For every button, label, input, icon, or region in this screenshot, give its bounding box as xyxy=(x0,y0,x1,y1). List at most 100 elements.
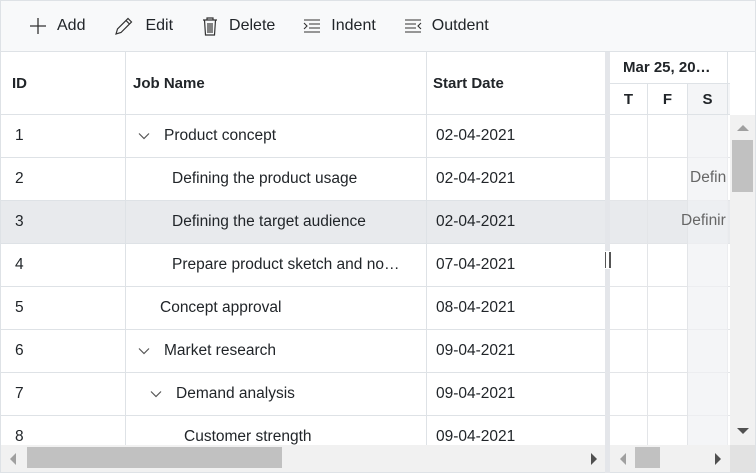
column-header-id[interactable]: ID xyxy=(1,52,126,115)
job-name-text: Defining the target audience xyxy=(172,213,366,230)
cell-id: 6 xyxy=(1,330,126,372)
chart-horizontal-scroll-thumb[interactable] xyxy=(635,447,660,468)
table-row[interactable]: 6 Market research 09-04-2021 xyxy=(1,330,605,373)
table-row[interactable]: 8 Customer strength 09-04-2021 xyxy=(1,416,605,445)
cell-job-name: Prepare product sketch and no… xyxy=(126,244,427,286)
header-label: Start Date xyxy=(433,74,504,92)
scroll-right-icon[interactable] xyxy=(715,453,721,465)
pencil-icon xyxy=(113,15,145,37)
start-date-text: 02-04-2021 xyxy=(436,170,516,187)
cell-id: 7 xyxy=(1,373,126,415)
cell-id: 2 xyxy=(1,158,126,200)
cell-job-name: Concept approval xyxy=(126,287,427,329)
cell-start-date: 07-04-2021 xyxy=(427,244,605,286)
gantt-chart: Mar 25, 20… M TFSSDefinDefinir xyxy=(610,52,730,445)
weekend-shading xyxy=(688,115,728,445)
cell-id: 4 xyxy=(1,244,126,286)
week-label: Mar 25, 20… xyxy=(623,59,711,76)
chevron-down-icon[interactable] xyxy=(138,132,150,140)
vertical-scrollbar[interactable] xyxy=(730,115,755,445)
timeline-day-header: S xyxy=(688,84,728,115)
id-text: 7 xyxy=(15,385,24,402)
outdent-button[interactable]: Outdent xyxy=(404,17,489,35)
grid-horizontal-scrollbar[interactable] xyxy=(1,445,605,472)
timeline-day-header: S xyxy=(728,84,730,115)
trash-icon xyxy=(201,16,229,36)
start-date-text: 09-04-2021 xyxy=(436,428,516,445)
button-label: Edit xyxy=(145,17,174,34)
cell-start-date: 09-04-2021 xyxy=(427,416,605,445)
cell-start-date: 02-04-2021 xyxy=(427,158,605,200)
cell-start-date: 08-04-2021 xyxy=(427,287,605,329)
header-label: Job Name xyxy=(133,74,205,92)
button-label: Add xyxy=(57,17,86,34)
tree-grid: ID Job Name Start Date 1 Product concept 0… xyxy=(1,52,605,445)
cell-job-name: Demand analysis xyxy=(126,373,427,415)
button-label: Delete xyxy=(229,17,276,34)
toolbar: Add Edit Delete Indent Outdent xyxy=(1,1,755,52)
scroll-down-icon[interactable] xyxy=(737,428,749,434)
cell-id: 5 xyxy=(1,287,126,329)
button-label: Outdent xyxy=(431,17,489,34)
start-date-text: 07-04-2021 xyxy=(436,256,516,273)
start-date-text: 09-04-2021 xyxy=(436,342,516,359)
scroll-left-icon[interactable] xyxy=(10,453,16,465)
cell-job-name: Market research xyxy=(126,330,427,372)
column-header-job-name[interactable]: Job Name xyxy=(126,52,427,115)
table-row[interactable]: 2 Defining the product usage 02-04-2021 xyxy=(1,158,605,201)
cell-start-date: 02-04-2021 xyxy=(427,115,605,157)
job-name-text: Concept approval xyxy=(160,299,282,316)
taskbar-label[interactable]: Defin xyxy=(690,169,726,187)
plus-icon xyxy=(29,17,57,35)
cell-id: 8 xyxy=(1,416,126,445)
indent-icon xyxy=(303,19,331,33)
table-row[interactable]: 4 Prepare product sketch and no… 07-04-202… xyxy=(1,244,605,287)
vertical-scroll-thumb[interactable] xyxy=(732,140,753,192)
table-row[interactable]: 5 Concept approval 08-04-2021 xyxy=(1,287,605,330)
scroll-right-icon[interactable] xyxy=(591,453,597,465)
button-label: Indent xyxy=(331,17,376,34)
scroll-left-icon[interactable] xyxy=(620,453,626,465)
table-row[interactable]: 7 Demand analysis 09-04-2021 xyxy=(1,373,605,416)
id-text: 6 xyxy=(15,342,24,359)
day-gridline xyxy=(647,115,648,445)
chevron-down-icon[interactable] xyxy=(150,390,162,398)
cell-job-name: Product concept xyxy=(126,115,427,157)
table-row[interactable]: 3 Defining the target audience 02-04-2021 xyxy=(1,201,605,244)
id-text: 4 xyxy=(15,256,24,273)
grid-horizontal-scroll-thumb[interactable] xyxy=(27,447,282,468)
cell-start-date: 02-04-2021 xyxy=(427,201,605,243)
cell-job-name: Defining the target audience xyxy=(126,201,427,243)
indent-button[interactable]: Indent xyxy=(303,17,376,35)
add-button[interactable]: Add xyxy=(29,17,85,35)
edit-button[interactable]: Edit xyxy=(113,15,173,37)
column-header-start-date[interactable]: Start Date xyxy=(427,52,605,115)
taskbar-label[interactable]: Definir xyxy=(681,212,726,230)
job-name-text: Prepare product sketch and no… xyxy=(172,256,400,273)
start-date-text: 08-04-2021 xyxy=(436,299,516,316)
id-text: 5 xyxy=(15,299,24,316)
delete-button[interactable]: Delete xyxy=(201,16,275,36)
timeline-day-header: T xyxy=(610,84,648,115)
cell-id: 3 xyxy=(1,201,126,243)
id-text: 2 xyxy=(15,170,24,187)
start-date-text: 09-04-2021 xyxy=(436,385,516,402)
id-text: 8 xyxy=(15,428,24,445)
job-name-text: Defining the product usage xyxy=(172,170,358,187)
chevron-down-icon[interactable] xyxy=(138,347,150,355)
id-text: 3 xyxy=(15,213,24,230)
chart-horizontal-scrollbar[interactable] xyxy=(610,445,730,472)
job-name-text: Customer strength xyxy=(184,428,312,445)
scrollbar-corner xyxy=(730,445,755,472)
job-name-text: Market research xyxy=(164,342,276,359)
table-row[interactable]: 1 Product concept 02-04-2021 xyxy=(1,115,605,158)
start-date-text: 02-04-2021 xyxy=(436,213,516,230)
header-label: ID xyxy=(12,74,27,92)
start-date-text: 02-04-2021 xyxy=(436,127,516,144)
scroll-up-icon[interactable] xyxy=(737,125,749,131)
id-text: 1 xyxy=(15,127,24,144)
cell-job-name: Customer strength xyxy=(126,416,427,445)
cell-start-date: 09-04-2021 xyxy=(427,373,605,415)
cell-id: 1 xyxy=(1,115,126,157)
outdent-icon xyxy=(404,19,432,33)
